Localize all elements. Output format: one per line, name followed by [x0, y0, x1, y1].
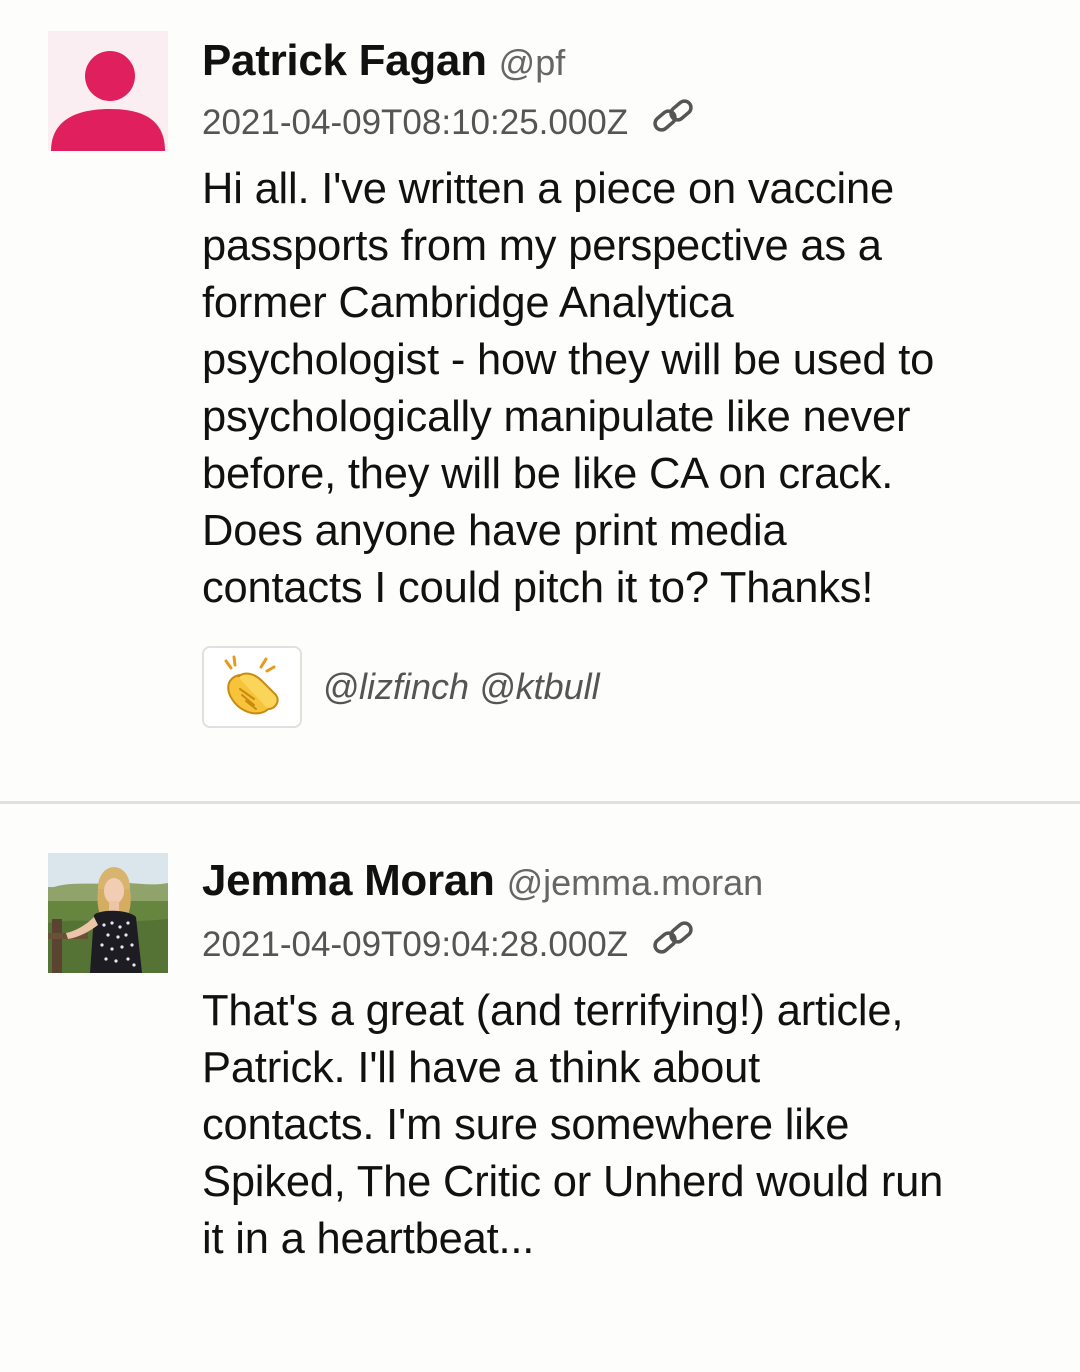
- permalink-icon[interactable]: [650, 96, 696, 145]
- avatar[interactable]: [48, 31, 168, 151]
- author-handle[interactable]: @jemma.moran: [507, 862, 764, 903]
- avatar[interactable]: [48, 853, 168, 973]
- chain-link-icon: [653, 99, 693, 132]
- author-name[interactable]: Patrick Fagan: [202, 36, 487, 85]
- post-jemma-moran: Jemma Moran @jemma.moran 2021-04-09T09:04…: [0, 804, 1080, 1372]
- post-patrick-fagan: Patrick Fagan @pf 2021-04-09T08:10:25.000…: [0, 0, 1080, 802]
- post-meta: 2021-04-09T09:04:28.000Z: [202, 921, 696, 971]
- permalink-icon[interactable]: [650, 918, 696, 967]
- post-header: Patrick Fagan @pf: [202, 36, 565, 86]
- reaction-row: @lizfinch @ktbull: [202, 646, 600, 728]
- timestamp[interactable]: 2021-04-09T08:10:25.000Z: [202, 103, 628, 142]
- reaction-button[interactable]: [202, 646, 302, 728]
- clapping-hands-icon: [224, 655, 279, 715]
- author-name[interactable]: Jemma Moran: [202, 856, 495, 905]
- post-body: Hi all. I've written a piece on vaccine …: [202, 165, 935, 612]
- post-meta: 2021-04-09T08:10:25.000Z: [202, 99, 696, 149]
- post-header: Jemma Moran @jemma.moran: [202, 856, 763, 906]
- user-photo-icon: [48, 853, 168, 973]
- default-user-avatar-icon: [51, 51, 165, 151]
- chain-link-icon: [653, 921, 693, 954]
- post-body: That's a great (and terrifying!) article…: [202, 987, 944, 1263]
- reaction-users[interactable]: @lizfinch @ktbull: [322, 666, 599, 708]
- timestamp[interactable]: 2021-04-09T09:04:28.000Z: [202, 925, 628, 964]
- author-handle[interactable]: @pf: [499, 42, 566, 83]
